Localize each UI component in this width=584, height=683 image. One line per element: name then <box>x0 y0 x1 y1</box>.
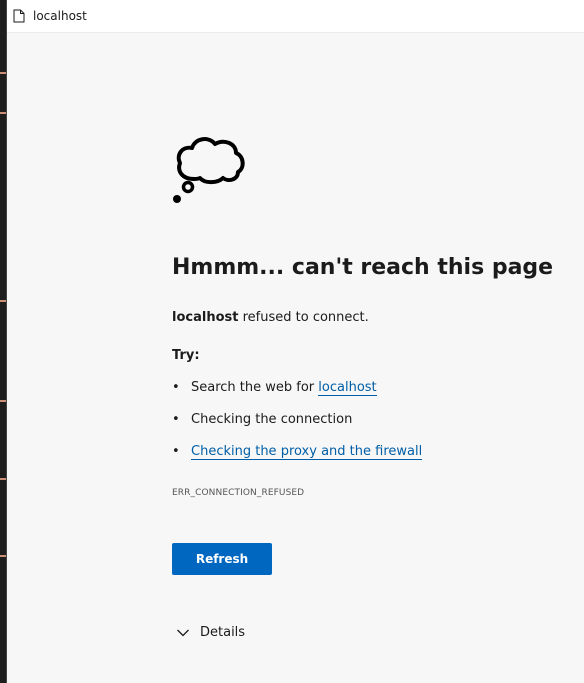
page-icon <box>13 9 25 23</box>
error-description: localhost refused to connect. <box>172 310 369 325</box>
suggestion-prefix: Search the web for <box>191 380 319 395</box>
host-name: localhost <box>172 310 239 325</box>
browser-window: localhost Hmmm... can't reach this page … <box>6 0 584 683</box>
thought-cloud-icon <box>173 137 245 203</box>
page-title: Hmmm... can't reach this page <box>172 255 554 280</box>
suggestion-check-proxy: Checking the proxy and the firewall <box>172 444 423 476</box>
title-bar: localhost <box>7 0 584 33</box>
proxy-firewall-link[interactable]: Checking the proxy and the firewall <box>191 444 423 460</box>
error-code: ERR_CONNECTION_REFUSED <box>172 488 305 498</box>
details-label: Details <box>200 625 246 640</box>
chevron-down-icon <box>177 629 189 636</box>
tab-title: localhost <box>33 9 87 23</box>
suggestions-list: Search the web for localhost Checking th… <box>172 380 423 476</box>
try-label: Try: <box>172 348 200 363</box>
error-description-text: refused to connect. <box>238 310 369 325</box>
suggestion-text: Checking the connection <box>191 412 353 427</box>
suggestion-search-web: Search the web for localhost <box>172 380 422 412</box>
details-toggle[interactable]: Details <box>176 625 245 640</box>
refresh-button[interactable]: Refresh <box>172 543 272 575</box>
search-web-link[interactable]: localhost <box>318 380 377 396</box>
suggestion-check-connection: Checking the connection <box>172 412 422 444</box>
